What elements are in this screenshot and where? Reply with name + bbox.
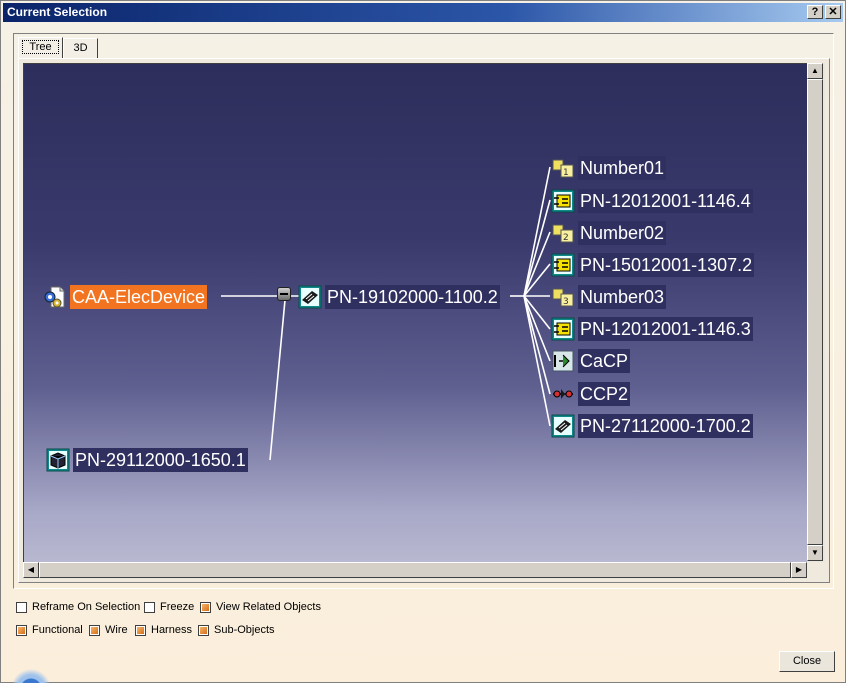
checkbox-label: Reframe On Selection — [32, 601, 141, 613]
tree-node-label: PN-19102000-1100.2 — [325, 285, 500, 309]
tree-node-child[interactable]: CCP2 — [551, 381, 631, 407]
freeze-checkbox[interactable]: Freeze — [144, 601, 194, 613]
scroll-left-button[interactable]: ◀ — [23, 562, 39, 578]
close-button[interactable]: Close — [779, 651, 835, 672]
scrollbar-corner — [807, 562, 825, 579]
reframe-on-selection-checkbox[interactable]: Reframe On Selection — [16, 601, 140, 613]
tree-node-root[interactable]: CAA-ElecDevice — [43, 284, 208, 310]
window-title: Current Selection — [7, 5, 108, 19]
svg-text:1: 1 — [563, 168, 569, 178]
checkbox-box[interactable] — [16, 601, 27, 613]
vertical-scroll-thumb[interactable] — [807, 79, 823, 545]
tree-node-child[interactable]: 2 Number02 — [551, 220, 667, 246]
tree-node-label: PN-27112000-1700.2 — [578, 414, 753, 438]
device-box-icon — [46, 448, 70, 472]
tree-node-child[interactable]: 1 Number01 — [551, 155, 667, 181]
harness-checkbox[interactable]: Harness — [135, 624, 192, 636]
tree-node-label: CCP2 — [578, 382, 631, 406]
svg-text:2: 2 — [563, 233, 569, 243]
tree-node-label: Number02 — [578, 221, 667, 245]
tab-3d[interactable]: 3D — [63, 38, 98, 59]
vertical-scrollbar[interactable]: ▲ ▼ — [807, 63, 825, 562]
checkbox-box[interactable] — [16, 624, 27, 636]
help-button[interactable]: ? — [807, 5, 823, 19]
tree-node-child[interactable]: 3 Number03 — [551, 284, 667, 310]
checkbox-label: Sub-Objects — [214, 624, 275, 636]
tree-node-label: PN-12012001-1146.3 — [578, 317, 753, 341]
tree-node-child[interactable]: CaCP — [551, 348, 631, 374]
cavity-connection-point-icon — [551, 349, 575, 373]
close-window-button[interactable]: ✕ — [825, 5, 841, 19]
tree-connector-lines — [221, 166, 551, 461]
product-gear-icon — [43, 285, 67, 309]
logo-swirl-icon — [1, 649, 51, 683]
checkbox-label: View Related Objects — [216, 601, 321, 613]
checkbox-box[interactable] — [200, 601, 211, 613]
checkbox-label: Harness — [151, 624, 192, 636]
device-icon — [551, 414, 575, 438]
title-bar: Current Selection — [3, 3, 843, 22]
checkbox-box[interactable] — [198, 624, 209, 636]
tree-node-child[interactable]: PN-12012001-1146.4 — [551, 188, 753, 214]
horizontal-scroll-thumb[interactable] — [39, 562, 791, 578]
scroll-up-button[interactable]: ▲ — [807, 63, 823, 79]
tree-node-label: PN-12012001-1146.4 — [578, 189, 753, 213]
horizontal-scrollbar[interactable]: ◀ ▶ — [23, 562, 807, 579]
tree-viewer[interactable] — [23, 63, 809, 562]
checkbox-label: Wire — [105, 624, 128, 636]
device-icon — [298, 285, 322, 309]
current-selection-dialog: Current Selection ? ✕ Tree 3D CAA-ElecDe… — [0, 0, 846, 683]
checkbox-label: Freeze — [160, 601, 195, 613]
tree-node-child[interactable]: PN-12012001-1146.3 — [551, 316, 753, 342]
scroll-right-button[interactable]: ▶ — [791, 562, 807, 578]
tree-node-sibling[interactable]: PN-29112000-1650.1 — [46, 447, 248, 473]
number-icon: 1 — [551, 156, 575, 180]
tree-node-label: Number01 — [578, 156, 667, 180]
checkbox-box[interactable] — [89, 624, 100, 636]
connector-icon — [551, 317, 575, 341]
tree-node-label: PN-29112000-1650.1 — [73, 448, 248, 472]
wire-checkbox[interactable]: Wire — [89, 624, 128, 636]
view-related-objects-checkbox[interactable]: View Related Objects — [200, 601, 321, 613]
connector-icon — [551, 189, 575, 213]
checkbox-label: Functional — [32, 624, 83, 636]
number-icon: 3 — [551, 285, 575, 309]
tree-node-label: CAA-ElecDevice — [70, 285, 208, 309]
tree-node-label: CaCP — [578, 349, 631, 373]
scroll-down-button[interactable]: ▼ — [807, 545, 823, 561]
tree-node-child[interactable]: PN-15012001-1307.2 — [551, 252, 755, 278]
tree-node-child[interactable]: PN-27112000-1700.2 — [551, 413, 753, 439]
connector-connection-point-icon — [551, 382, 575, 406]
checkbox-box[interactable] — [144, 601, 155, 613]
checkbox-box[interactable] — [135, 624, 146, 636]
tab-tree[interactable]: Tree — [18, 37, 63, 59]
svg-text:3: 3 — [563, 297, 569, 307]
connector-icon — [551, 253, 575, 277]
tree-node-label: PN-15012001-1307.2 — [578, 253, 755, 277]
number-icon: 2 — [551, 221, 575, 245]
collapse-toggle[interactable] — [277, 287, 291, 301]
sub-objects-checkbox[interactable]: Sub-Objects — [198, 624, 275, 636]
tree-node-label: Number03 — [578, 285, 667, 309]
functional-checkbox[interactable]: Functional — [16, 624, 83, 636]
tree-node-device[interactable]: PN-19102000-1100.2 — [298, 284, 500, 310]
